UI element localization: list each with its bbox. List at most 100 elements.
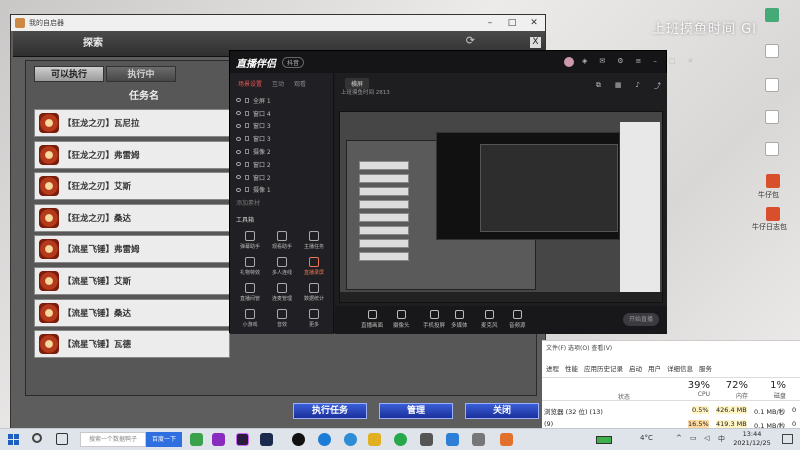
edge-icon[interactable] [318, 433, 331, 446]
task-manager-menu[interactable]: 文件(F) 选项(O) 查看(V) [546, 343, 612, 352]
execute-task-button[interactable]: 执行任务 [293, 403, 367, 419]
close-icon[interactable]: ✕ [523, 18, 545, 28]
stream-preview[interactable] [339, 111, 663, 303]
tab-interact[interactable]: 互动 [272, 79, 284, 88]
gear-icon[interactable]: ⚙ [617, 57, 623, 65]
tool-item[interactable]: 直播间管 [234, 283, 266, 302]
scene-item[interactable]: 窗口 4 [230, 107, 333, 120]
volume-icon[interactable]: ◁ [704, 434, 709, 442]
action-audio[interactable]: 音频源 [509, 310, 526, 329]
close-button[interactable]: 关闭 [465, 403, 539, 419]
search-input[interactable]: 搜索一个数据鸭子 [80, 432, 146, 447]
tab-performance[interactable]: 性能 [565, 363, 578, 373]
app-blue-icon[interactable] [446, 433, 459, 446]
task-view-icon[interactable] [56, 433, 68, 445]
tool-item[interactable]: 弹幕助手 [234, 231, 266, 250]
windows-start-icon[interactable] [8, 434, 19, 445]
tab-details[interactable]: 详细信息 [667, 363, 693, 373]
tab-app-history[interactable]: 应用历史记录 [584, 363, 623, 373]
action-phone[interactable]: 手机投屏 [423, 310, 445, 329]
minimize-icon[interactable]: – [479, 18, 501, 28]
refresh-icon[interactable]: ⟳ [466, 34, 475, 47]
lock-icon[interactable] [245, 136, 249, 142]
tool-item[interactable]: 数据统计 [298, 283, 330, 302]
qq-icon[interactable] [292, 433, 305, 446]
lock-icon[interactable] [245, 123, 249, 129]
task-row[interactable]: 【狂龙之刃】桑达 [34, 203, 230, 232]
clock[interactable]: 13:44 2021/12/25 [730, 430, 774, 448]
manage-button[interactable]: 管理 [379, 403, 453, 419]
scene-item[interactable]: 窗口 3 [230, 132, 333, 145]
tool-item[interactable]: 连麦管理 [266, 283, 298, 302]
search-icon[interactable] [32, 433, 42, 443]
bell-icon[interactable]: ♪ [636, 81, 640, 91]
app-icon-right-1[interactable] [766, 174, 780, 188]
tab-processes[interactable]: 进程 [546, 363, 559, 373]
search-button[interactable]: 百度一下 [146, 432, 182, 447]
lock-icon[interactable] [245, 110, 249, 116]
tool-item[interactable]: 音效 [266, 309, 298, 328]
tab-startup[interactable]: 启动 [629, 363, 642, 373]
doc-icon-right[interactable] [765, 142, 779, 156]
cpu-column[interactable]: 39% CPU [680, 380, 710, 398]
task-row[interactable]: 【流星飞锤】桑达 [34, 298, 230, 327]
doc-icon-right[interactable] [765, 8, 779, 22]
action-camera[interactable]: 摄像头 [393, 310, 410, 329]
scene-item[interactable]: 摄像 2 [230, 145, 333, 158]
lock-icon[interactable] [245, 161, 249, 167]
disk-column[interactable]: 1% 磁盘 [756, 380, 786, 400]
platform-badge[interactable]: 抖音 [282, 56, 305, 68]
shield-icon[interactable]: ◈ [582, 57, 587, 65]
tab-executing[interactable]: 执行中 [106, 66, 176, 82]
scene-item[interactable]: 窗口 2 [230, 158, 333, 171]
lock-icon[interactable] [245, 149, 249, 155]
start-stream-button[interactable]: 开始直播 [623, 313, 659, 326]
tool-item[interactable]: 多人连线 [266, 257, 298, 276]
photoshop-icon[interactable] [260, 433, 273, 446]
doc-icon-right[interactable] [765, 44, 779, 58]
tray-chevron-icon[interactable]: ^ [676, 434, 682, 442]
maximize-icon[interactable]: □ [501, 18, 523, 28]
tab-executable[interactable]: 可以执行 [34, 66, 104, 82]
mail-icon[interactable]: ✉ [599, 57, 605, 65]
task-row[interactable]: 【狂龙之刃】艾斯 [34, 172, 230, 201]
task-row[interactable]: 【狂龙之刃】弗雷姆 [34, 140, 230, 169]
eye-icon[interactable] [236, 149, 241, 154]
avatar[interactable] [564, 57, 574, 67]
app-wechat-icon[interactable] [190, 433, 203, 446]
process-row[interactable]: 浏览器 (32 位) (13) 0.5% 426.4 MB 0.1 MB/秒 0 [542, 405, 800, 417]
tab-scenes[interactable]: 场景设置 [238, 79, 262, 88]
app-gray-icon[interactable] [472, 433, 485, 446]
dialog-close-icon[interactable]: X [530, 37, 541, 48]
lock-icon[interactable] [245, 187, 249, 193]
lock-icon[interactable] [245, 174, 249, 180]
task-row[interactable]: 【流星飞锤】瓦德 [34, 330, 230, 359]
folder-icon[interactable] [368, 433, 381, 446]
menu-icon[interactable]: ≡ [636, 57, 642, 65]
app-icon-right-2[interactable] [766, 207, 780, 221]
temperature[interactable]: 4°C [640, 434, 653, 442]
eye-icon[interactable] [236, 136, 241, 141]
browser-icon[interactable] [344, 433, 357, 446]
scene-item[interactable]: 全屏 1 [230, 94, 333, 107]
tool-item[interactable]: 小游戏 [234, 309, 266, 328]
eye-icon[interactable] [236, 187, 241, 192]
app-purple-icon[interactable] [212, 433, 225, 446]
memory-column[interactable]: 72% 内存 [718, 380, 748, 400]
tool-item[interactable]: 礼物特效 [234, 257, 266, 276]
tool-item-active[interactable]: 直播录屏 [298, 257, 330, 276]
minimize-icon[interactable]: – [653, 57, 657, 65]
eye-icon[interactable] [236, 111, 241, 116]
action-media[interactable]: 多媒体 [451, 310, 468, 329]
task-row[interactable]: 【流星飞锤】弗雷姆 [34, 235, 230, 264]
share-icon[interactable]: ⤴ [654, 81, 661, 91]
scene-item[interactable]: 摄像 1 [230, 184, 333, 197]
notification-icon[interactable] [782, 434, 793, 444]
app-orange-icon[interactable] [500, 433, 513, 446]
eye-icon[interactable] [236, 162, 241, 167]
add-scene-button[interactable]: 添加素材 [230, 196, 333, 209]
eye-icon[interactable] [236, 98, 241, 103]
eye-icon[interactable] [236, 175, 241, 180]
wechat-icon[interactable] [394, 433, 407, 446]
game-app-icon[interactable] [420, 433, 433, 446]
